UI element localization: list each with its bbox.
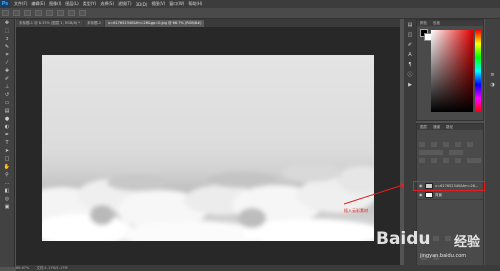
more-tools-icon[interactable]: … xyxy=(3,180,11,186)
quick-select-tool-icon[interactable]: ✎ xyxy=(3,44,11,50)
tab-document-1[interactable]: 未标题-1 @ 8.33% (图层 1, RGB/8) * xyxy=(16,20,84,27)
document-size-readout: 文档:1.17M/1.17M xyxy=(36,266,68,270)
rectangle-tool-icon[interactable]: □ xyxy=(3,156,11,162)
auto-select-checkbox[interactable] xyxy=(13,10,20,16)
menu-layer[interactable]: 图层(L) xyxy=(63,1,80,7)
layer-row-background[interactable]: ◉ 背景 xyxy=(417,191,483,200)
color-panel-tabs: 颜色 色板 xyxy=(417,20,483,26)
lock-row xyxy=(419,148,482,167)
hue-slider[interactable] xyxy=(475,30,481,112)
dodge-tool-icon[interactable]: ◐ xyxy=(3,124,11,130)
document-tab-bar: 未标题-1 @ 8.33% (图层 1, RGB/8) * 未标题-2 u=61… xyxy=(16,19,400,27)
character-panel-icon[interactable]: A xyxy=(406,51,414,58)
foreground-background-swatch[interactable]: ◧ xyxy=(3,188,11,194)
zoom-readout[interactable]: 66.67% xyxy=(16,266,29,270)
menu-select[interactable]: 选择(S) xyxy=(98,1,116,7)
eyedropper-tool-icon[interactable]: ⁄ xyxy=(3,60,11,66)
pen-tool-icon[interactable]: ✒ xyxy=(3,132,11,138)
cloud-image xyxy=(42,164,374,241)
color-swatches[interactable] xyxy=(420,29,432,41)
status-bar: 66.67% 文档:1.17M/1.17M xyxy=(16,265,500,271)
history-panel-icon[interactable]: ▤ xyxy=(406,21,414,28)
distribute-icon[interactable] xyxy=(68,10,75,16)
tab-layers[interactable]: 图层 xyxy=(417,124,430,130)
history-brush-tool-icon[interactable]: ↺ xyxy=(3,92,11,98)
hand-tool-icon[interactable]: ✋ xyxy=(3,164,11,170)
tab-paths[interactable]: 路径 xyxy=(443,124,456,130)
menu-edit[interactable]: 编辑(E) xyxy=(29,1,47,7)
watermark-url: jingyan.baidu.com xyxy=(420,253,467,259)
lasso-tool-icon[interactable]: ↄ xyxy=(3,36,11,42)
layers-panel-tabs: 图层 通道 路径 xyxy=(417,124,483,130)
tab-channels[interactable]: 通道 xyxy=(430,124,443,130)
document-canvas[interactable] xyxy=(42,55,374,241)
healing-brush-tool-icon[interactable]: ✚ xyxy=(3,68,11,74)
eraser-tool-icon[interactable]: ▭ xyxy=(3,100,11,106)
move-tool-option-icon[interactable] xyxy=(2,10,9,16)
menu-file[interactable]: 文件(F) xyxy=(12,1,29,7)
menu-image[interactable]: 图像(I) xyxy=(47,1,63,7)
menu-3d[interactable]: 3D(D) xyxy=(134,2,150,7)
marquee-tool-icon[interactable]: ⬚ xyxy=(3,28,11,34)
type-tool-icon[interactable]: T xyxy=(3,140,11,146)
menu-bar: Ps 文件(F) 编辑(E) 图像(I) 图层(L) 类型(Y) 选择(S) 滤… xyxy=(0,0,500,8)
screen-mode-icon[interactable]: ▣ xyxy=(3,204,11,210)
watermark-cn: 经验 xyxy=(454,235,481,250)
lock-all-icon[interactable] xyxy=(455,158,462,163)
annotation-label: 插入云彩素材 xyxy=(344,208,368,213)
3d-mode-icon[interactable] xyxy=(79,10,86,16)
fill-field[interactable] xyxy=(467,158,482,163)
adjustments-icon[interactable]: ◑ xyxy=(489,81,497,88)
menu-view[interactable]: 视图(V) xyxy=(149,1,167,7)
path-select-tool-icon[interactable]: ➤ xyxy=(3,148,11,154)
actions-panel-icon[interactable]: ▶ xyxy=(406,81,414,88)
photoshop-logo: Ps xyxy=(0,0,10,8)
move-tool-icon[interactable]: ✥ xyxy=(3,20,11,26)
layer-name: 背景 xyxy=(435,193,442,197)
properties-panel-icon[interactable]: ◫ xyxy=(406,31,414,38)
options-bar xyxy=(0,8,500,19)
toolbox: ✥ ⬚ ↄ ✎ ⌗ ⁄ ✚ ✐ ⊥ ↺ ▭ ▤ ● ◐ ✒ T ➤ □ ✋ ⚲ … xyxy=(0,19,15,267)
watermark-brand: Baidu xyxy=(376,229,431,249)
blur-tool-icon[interactable]: ● xyxy=(3,116,11,122)
layer-row-cloud[interactable]: ◉ u=617652340&fm=26... xyxy=(413,181,485,191)
clone-stamp-tool-icon[interactable]: ⊥ xyxy=(3,84,11,90)
align-right-icon[interactable] xyxy=(57,10,64,16)
transform-controls-checkbox[interactable] xyxy=(24,10,31,16)
menu-filter[interactable]: 滤镜(T) xyxy=(116,1,134,7)
paragraph-panel-icon[interactable]: ¶ xyxy=(406,61,414,68)
tab-document-active[interactable]: u=617652340&fm=26&gp=0.jpg @ 66.7% (RGB/… xyxy=(105,20,205,27)
tab-document-2[interactable]: 未标题-2 xyxy=(84,20,105,27)
baidu-jingyan-watermark: Baidu 经验 jingyan.baidu.com xyxy=(376,223,500,263)
zoom-tool-icon[interactable]: ⚲ xyxy=(3,172,11,178)
menu-window[interactable]: 窗口(W) xyxy=(167,1,186,7)
brush-panel-icon[interactable]: ✐ xyxy=(406,41,414,48)
visibility-eye-icon[interactable]: ◉ xyxy=(419,192,423,197)
brush-tool-icon[interactable]: ✐ xyxy=(3,76,11,82)
lock-paint-icon[interactable] xyxy=(431,158,438,163)
tab-color[interactable]: 颜色 xyxy=(417,20,430,26)
layer-thumbnail xyxy=(425,192,433,198)
libraries-icon[interactable]: ≡ xyxy=(489,71,497,78)
lock-position-icon[interactable] xyxy=(443,158,450,163)
color-panel: 颜色 色板 xyxy=(416,19,484,121)
annotation-highlight-box xyxy=(413,181,485,191)
gradient-tool-icon[interactable]: ▤ xyxy=(3,108,11,114)
menu-help[interactable]: 帮助(H) xyxy=(186,1,204,7)
menu-type[interactable]: 类型(Y) xyxy=(81,1,99,7)
filter-shape-icon[interactable] xyxy=(467,142,474,147)
info-panel-icon[interactable]: ⓘ xyxy=(406,71,414,78)
align-left-icon[interactable] xyxy=(35,10,42,16)
align-center-icon[interactable] xyxy=(46,10,53,16)
lock-transparent-icon[interactable] xyxy=(419,158,425,163)
quick-mask-icon[interactable]: ◎ xyxy=(3,196,11,202)
tab-swatches[interactable]: 色板 xyxy=(430,20,443,26)
crop-tool-icon[interactable]: ⌗ xyxy=(3,52,11,58)
color-picker-field[interactable] xyxy=(431,30,473,112)
